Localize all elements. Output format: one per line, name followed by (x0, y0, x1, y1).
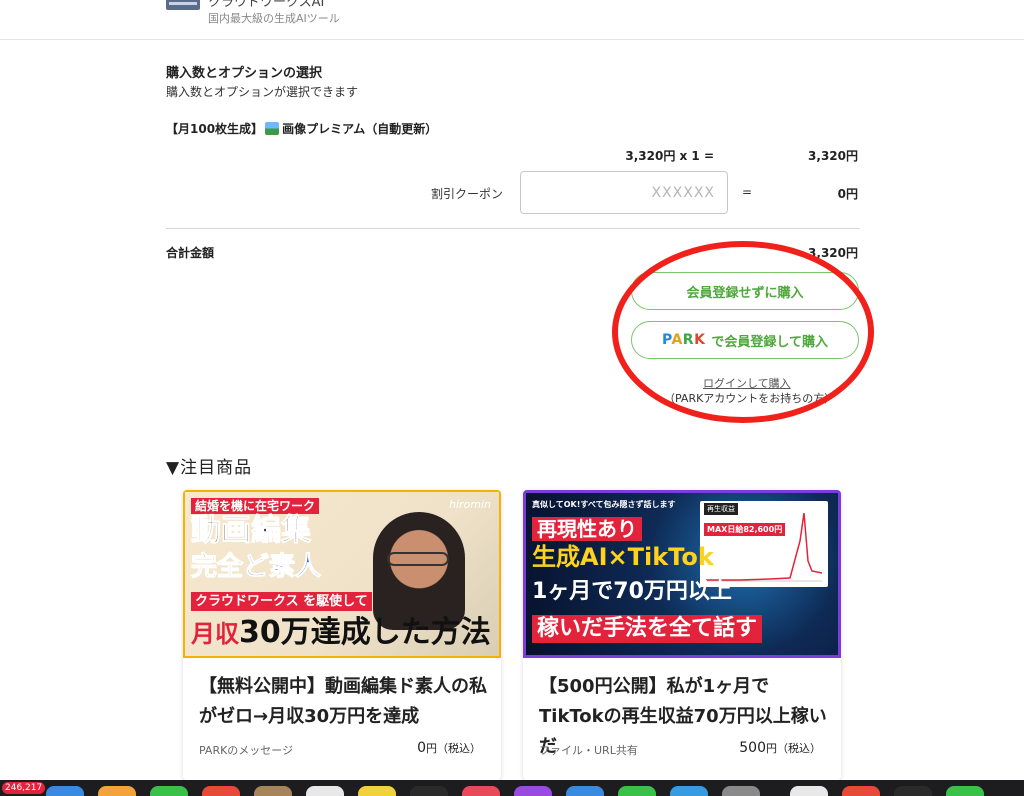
site-name[interactable]: クラウドワークスAI (208, 0, 324, 10)
product-thumbnail[interactable]: 再生収益 MAX日給82,600円 真似してOK!すべて包み隠さず話します 再現… (523, 490, 841, 658)
site-header: クラウドワークスAI 国内最大級の生成AIツール (0, 0, 1024, 40)
card-meta: PARKのメッセージ (199, 744, 294, 757)
line-total: 3,320円 (808, 149, 858, 163)
maps-icon[interactable] (46, 786, 84, 796)
unit-calc: 3,320円 x 1 = (625, 149, 714, 163)
coupon-input[interactable] (520, 171, 728, 214)
thumbnail-text: クラウドワークス を駆使して (191, 592, 372, 611)
reminders-icon[interactable] (306, 786, 344, 796)
glasses-shape (387, 552, 449, 566)
product-card[interactable]: hiromin 結婚を機に在宅ワーク 動画編集 完全ど素人 クラウドワークス を… (183, 490, 501, 780)
calendar-icon[interactable] (202, 786, 240, 796)
coupon-equals: = (742, 185, 753, 199)
thumbnail-text: 動画編集 (191, 513, 312, 548)
photos-icon[interactable] (98, 786, 136, 796)
os-dock: 246,217 (0, 780, 1024, 796)
login-purchase-link[interactable]: ログインして購入 (703, 375, 791, 391)
park-logo: PARK (661, 332, 706, 348)
product-card[interactable]: 再生収益 MAX日給82,600円 真似してOK!すべて包み隠さず話します 再現… (523, 490, 841, 780)
card-price: 0円（税込） (417, 740, 481, 756)
chart-title: 再生収益 (704, 503, 738, 515)
total-row: 合計金額 3,320円 (166, 244, 860, 260)
terminal-icon[interactable] (894, 786, 932, 796)
app-store-icon[interactable] (566, 786, 604, 796)
contacts-icon[interactable] (254, 786, 292, 796)
order-section: 購入数とオプションの選択 購入数とオプションが選択できます 【月100枚生成】 画… (166, 62, 860, 405)
order-title: 購入数とオプションの選択 (166, 66, 323, 81)
thumbnail-text: 生成AI×TikTok (532, 543, 714, 571)
buy-without-registration-button[interactable]: 会員登録せずに購入 (631, 272, 859, 310)
site-logo[interactable] (166, 0, 200, 10)
picture-icon (265, 122, 280, 135)
price-calc-row: 3,320円 x 1 = 3,320円 (166, 147, 860, 163)
thumbnail-text: 再現性あり (532, 517, 642, 541)
divider (166, 228, 860, 229)
thumbnail-text: 完全ど素人 (190, 552, 322, 582)
app-icon[interactable] (842, 786, 880, 796)
register-with-park-button[interactable]: PARK で会員登録して購入 (631, 321, 859, 359)
keynote-icon[interactable] (670, 786, 708, 796)
card-price: 500円（税込） (739, 740, 821, 756)
total-value: 3,320円 (808, 246, 858, 260)
line-icon[interactable] (946, 786, 984, 796)
freeform-icon[interactable] (410, 786, 448, 796)
product-prefix: 【月100枚生成】 (166, 122, 264, 136)
coupon-label: 割引クーポン (431, 187, 504, 201)
numbers-icon[interactable] (618, 786, 656, 796)
coupon-amount: 0円 (837, 187, 858, 201)
thumbnail-text: 1ヶ月で70万円以上 (532, 579, 732, 604)
thumbnail-text: 真似してOK!すべて包み隠さず話します (532, 500, 676, 509)
card-title[interactable]: 【無料公開中】動画編集ド素人の私がゼロ→月収30万円を達成 (199, 672, 489, 732)
thumbnail-text: 月収30万達成した方法 (191, 615, 491, 650)
settings-icon[interactable] (722, 786, 760, 796)
thumbnail-text: 結婚を機に在宅ワーク (191, 498, 320, 514)
chrome-icon[interactable] (790, 786, 828, 796)
product-line: 【月100枚生成】 画像プレミアム（自動更新） (166, 120, 437, 137)
thumbnail-text: 稼いだ手法を全て話す (532, 615, 763, 643)
revenue-chart-image: 再生収益 MAX日給82,600円 (700, 501, 828, 587)
featured-title: ▼注目商品 (166, 458, 253, 478)
login-note: （PARKアカウントをお持ちの方） (664, 392, 836, 405)
product-name: 画像プレミアム（自動更新） (282, 122, 438, 136)
notes-icon[interactable] (358, 786, 396, 796)
product-thumbnail[interactable]: hiromin 結婚を機に在宅ワーク 動画編集 完全ど素人 クラウドワークス を… (183, 490, 501, 658)
order-subtitle: 購入数とオプションが選択できます (166, 85, 359, 99)
site-tagline: 国内最大級の生成AIツール (208, 12, 340, 25)
podcasts-icon[interactable] (514, 786, 552, 796)
thumbnail-watermark: hiromin (448, 498, 491, 511)
facetime-icon[interactable] (150, 786, 188, 796)
coupon-row: 割引クーポン = 0円 (166, 171, 860, 215)
chart-badge: MAX日給82,600円 (704, 523, 786, 536)
dock-badge: 246,217 (2, 782, 46, 794)
park-button-label: で会員登録して購入 (711, 334, 829, 350)
card-meta: ファイル・URL共有 (539, 744, 638, 757)
person-photo (373, 512, 465, 630)
music-icon[interactable] (462, 786, 500, 796)
total-label: 合計金額 (166, 246, 215, 260)
